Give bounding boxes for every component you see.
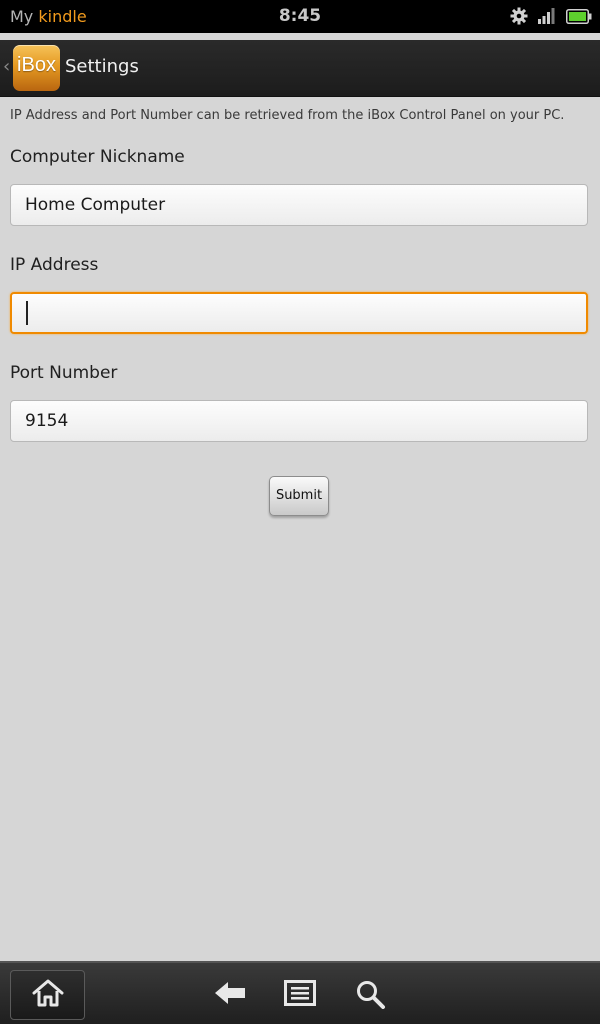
- text-cursor: [26, 301, 28, 325]
- menu-icon: [284, 979, 316, 1011]
- menu-button[interactable]: [284, 979, 316, 1011]
- battery-icon: [566, 8, 592, 28]
- up-caret-icon[interactable]: ‹: [3, 56, 10, 77]
- ip-address-label: IP Address: [10, 255, 99, 275]
- status-icons[interactable]: [510, 7, 592, 29]
- search-icon: [355, 979, 387, 1013]
- home-button[interactable]: [10, 970, 85, 1020]
- action-bar: ‹ iBox Settings: [0, 40, 600, 97]
- nickname-input[interactable]: Home Computer: [10, 184, 588, 226]
- gear-icon[interactable]: [510, 7, 528, 29]
- status-bar: My kindle 8:45: [0, 0, 600, 33]
- page-title: Settings: [65, 56, 139, 77]
- port-input[interactable]: 9154: [10, 400, 588, 442]
- back-arrow-icon: [213, 979, 247, 1011]
- app-logo[interactable]: iBox: [13, 45, 60, 91]
- back-button[interactable]: [213, 979, 247, 1011]
- port-label: Port Number: [10, 363, 118, 383]
- search-button[interactable]: [355, 979, 387, 1013]
- signal-icon: [538, 8, 556, 28]
- nickname-label: Computer Nickname: [10, 147, 185, 167]
- hint-text: IP Address and Port Number can be retrie…: [10, 108, 565, 123]
- nav-bar: [0, 961, 600, 1024]
- home-icon: [31, 978, 65, 1012]
- ip-address-input[interactable]: [10, 292, 588, 334]
- submit-button[interactable]: Submit: [269, 476, 329, 516]
